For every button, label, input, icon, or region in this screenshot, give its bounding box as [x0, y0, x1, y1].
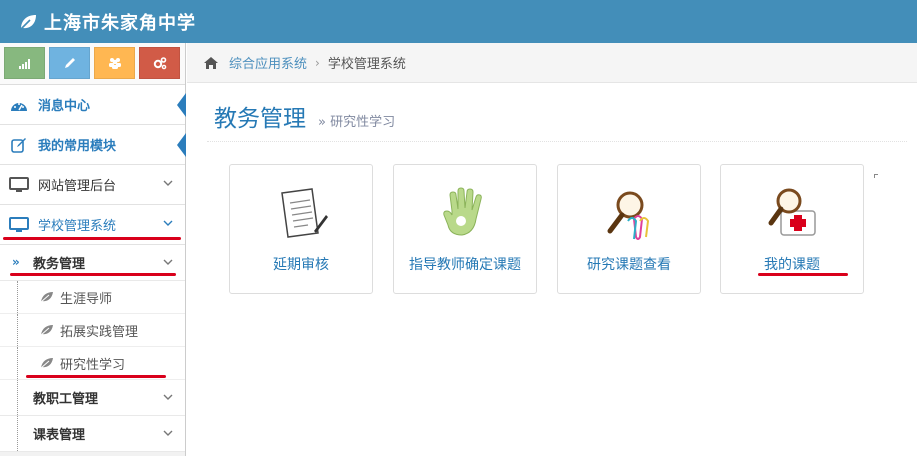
sidebar-shortcuts — [0, 43, 185, 85]
annotation-underline — [3, 237, 181, 240]
card-label: 延期审核 — [273, 257, 329, 273]
pencil-icon — [64, 58, 75, 68]
leaf-icon — [40, 358, 53, 369]
submenu-leaf-label: 研究性学习 — [60, 357, 126, 373]
shortcut-pencil-button[interactable] — [49, 47, 90, 79]
active-marker — [177, 93, 186, 117]
card-view-topics[interactable]: 研究课题查看 — [557, 164, 701, 294]
page-subtitle: » 研究性学习 — [318, 111, 395, 130]
submenu-leaf-label: 生涯导师 — [60, 291, 113, 307]
app-window: 上海市朱家角中学 消息中心 我的常用模块 网站管理后台 学校管理系统 » 教务管… — [0, 0, 917, 456]
card-label: 我的课题 — [764, 257, 820, 273]
chevron-down-icon — [163, 394, 173, 400]
subtitle-prefix: » — [318, 115, 326, 130]
home-icon — [204, 56, 218, 69]
magnifier-medkit-icon — [768, 188, 816, 236]
breadcrumb-separator-icon: › — [315, 55, 320, 70]
header-divider — [207, 141, 907, 142]
breadcrumb-current: 学校管理系统 — [327, 57, 406, 72]
sidebar-item-website-admin[interactable]: 网站管理后台 — [0, 165, 185, 205]
signal-icon — [18, 59, 30, 69]
double-angle-icon: » — [12, 255, 20, 269]
shortcut-users-button[interactable] — [94, 47, 135, 79]
card-delay-review[interactable]: 延期审核 — [229, 164, 373, 294]
active-marker — [177, 133, 186, 157]
desktop-icon — [8, 176, 30, 194]
corner-mark — [874, 174, 878, 178]
leaf-icon — [40, 325, 53, 336]
submenu-item-label: 教职工管理 — [33, 392, 99, 407]
users-icon — [108, 58, 121, 69]
annotation-underline — [10, 273, 176, 276]
shortcut-signal-button[interactable] — [4, 47, 45, 79]
submenu-leaf-extension-practice[interactable]: 拓展实践管理 — [0, 314, 185, 347]
sidebar-item-label: 我的常用模块 — [38, 139, 117, 154]
top-navbar: 上海市朱家角中学 — [0, 0, 917, 43]
submenu-leaf-career-mentor[interactable]: 生涯导师 — [0, 281, 185, 314]
chevron-down-icon — [163, 220, 173, 226]
sidebar: 消息中心 我的常用模块 网站管理后台 学校管理系统 » 教务管理 生涯导师 拓展… — [0, 43, 186, 456]
shortcut-cogs-button[interactable] — [139, 47, 180, 79]
sidebar-item-label: 网站管理后台 — [38, 179, 117, 194]
page-title: 教务管理 — [214, 106, 306, 132]
hand-icon — [443, 187, 482, 236]
cogs-icon — [153, 57, 166, 70]
sidebar-item-common-modules[interactable]: 我的常用模块 — [0, 125, 186, 165]
annotation-underline — [758, 273, 848, 276]
breadcrumb: 综合应用系统 › 学校管理系统 — [187, 43, 917, 83]
annotation-underline — [26, 375, 166, 378]
submenu-item-label: 教务管理 — [33, 257, 86, 272]
main-content: 综合应用系统 › 学校管理系统 教务管理 » 研究性学习 延期审核 指导教师确定… — [187, 43, 917, 456]
sidebar-item-label: 学校管理系统 — [38, 219, 117, 234]
leaf-icon — [40, 292, 53, 303]
submenu-leaf-label: 拓展实践管理 — [60, 324, 139, 340]
submenu-item-label: 课表管理 — [33, 428, 86, 443]
submenu-item-timetable[interactable]: 课表管理 — [0, 416, 185, 452]
leaf-logo-icon — [19, 14, 36, 31]
chevron-down-icon — [163, 259, 173, 265]
chevron-down-icon — [163, 180, 173, 186]
subtitle-text: 研究性学习 — [330, 115, 396, 130]
edit-icon — [8, 136, 30, 154]
desktop-icon — [8, 216, 30, 234]
dashboard-icon — [8, 96, 30, 114]
card-advisor-topic[interactable]: 指导教师确定课题 — [393, 164, 537, 294]
chevron-down-icon — [163, 430, 173, 436]
page-header: 教务管理 » 研究性学习 — [214, 99, 395, 133]
sidebar-item-label: 消息中心 — [38, 99, 91, 114]
app-title: 上海市朱家角中学 — [44, 12, 196, 34]
submenu: » 教务管理 生涯导师 拓展实践管理 研究性学习 教职工管理 课表管理 — [0, 245, 185, 452]
sidebar-item-messages[interactable]: 消息中心 — [0, 85, 186, 125]
card-label: 研究课题查看 — [587, 257, 671, 273]
document-pen-icon — [281, 188, 328, 238]
submenu-item-staff[interactable]: 教职工管理 — [0, 380, 185, 416]
magnifier-clips-icon — [607, 191, 650, 240]
card-label: 指导教师确定课题 — [409, 257, 521, 273]
breadcrumb-home-link[interactable]: 综合应用系统 — [229, 53, 307, 72]
